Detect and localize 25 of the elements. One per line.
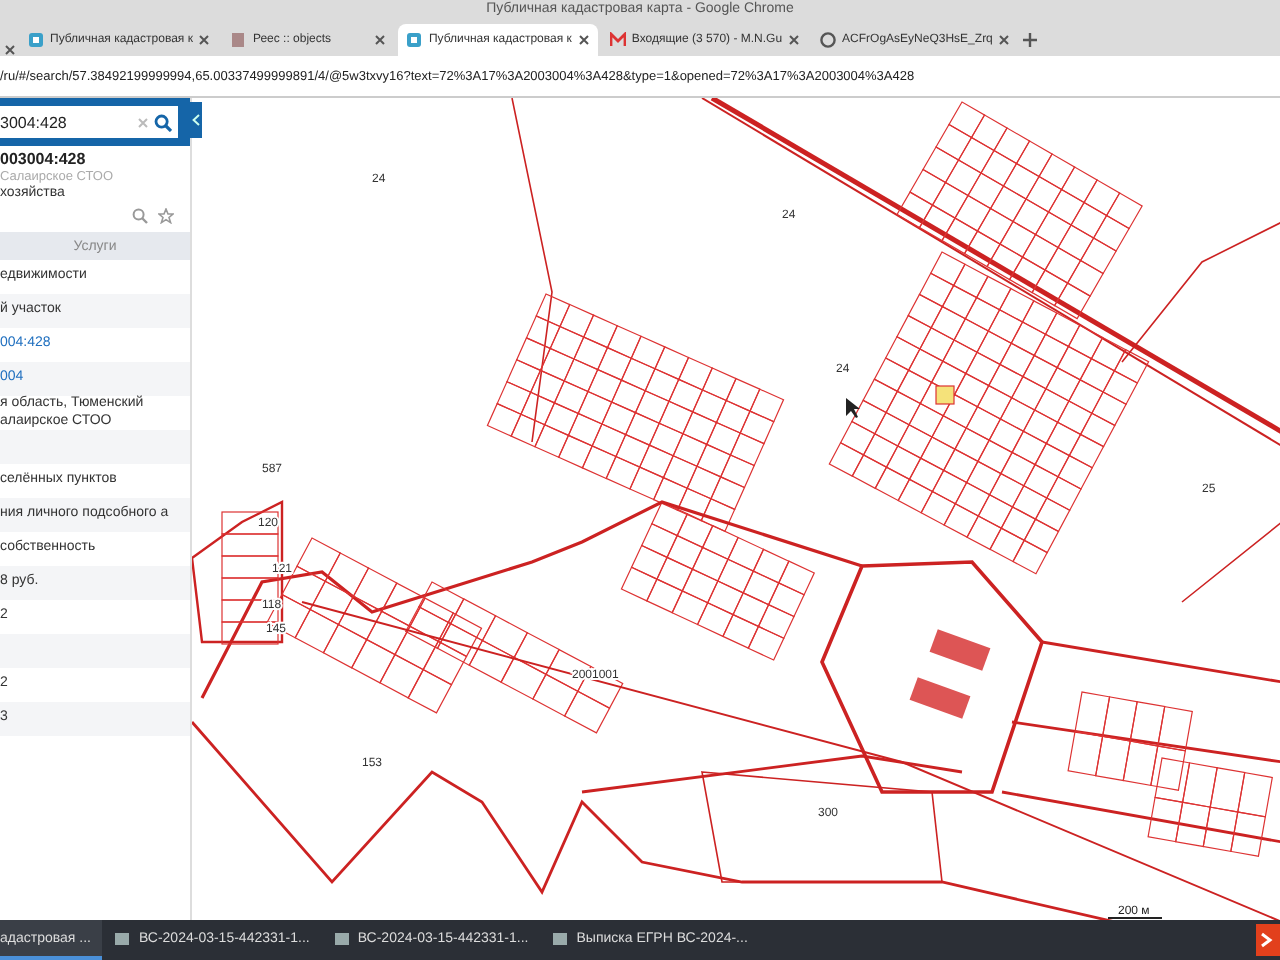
chevron-left-icon [192,114,200,126]
mouse-cursor-icon [846,398,860,418]
window-icon [552,931,569,945]
collapse-panel-button[interactable] [190,102,202,138]
new-tab-icon[interactable] [1022,32,1039,48]
window-icon [114,931,131,945]
globe-favicon-icon [820,32,837,48]
zoom-to-icon[interactable] [132,208,148,224]
window-icon [333,931,350,945]
close-tab-icon[interactable] [374,34,387,46]
map-favicon-icon [406,32,423,48]
close-tab-icon[interactable] [788,34,801,46]
selected-parcel[interactable] [935,385,955,405]
star-icon[interactable] [158,208,174,224]
close-tab-icon[interactable] [577,34,590,46]
search-icon[interactable] [154,113,172,131]
cadastral-number: 003004:428 [0,150,88,168]
document-favicon-icon [230,32,247,48]
close-tab-icon[interactable] [998,34,1011,46]
mail-favicon-icon [609,32,626,48]
map-favicon-icon [28,32,44,48]
close-tab-icon[interactable] [198,34,211,46]
tray-app-icon[interactable] [1256,924,1280,956]
search-field[interactable]: 3004:428 [0,106,178,138]
close-tab-icon[interactable] [4,44,16,56]
